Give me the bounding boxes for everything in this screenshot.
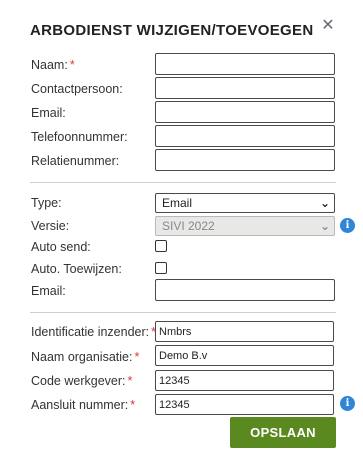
aansluit-nummer-input[interactable] [155, 394, 334, 415]
auto-send-label: Auto send: [31, 240, 91, 254]
relatienummer-input[interactable] [155, 149, 335, 171]
required-marker: * [130, 398, 136, 412]
naam-organisatie-label: Naam organisatie: * [31, 350, 140, 364]
required-marker: * [127, 374, 133, 388]
email-label: Email: [31, 106, 66, 120]
naam-input[interactable] [155, 53, 335, 75]
code-werkgever-input[interactable] [155, 370, 334, 391]
auto-toewijzen-checkbox[interactable] [155, 262, 167, 274]
contactpersoon-input[interactable] [155, 77, 335, 99]
required-marker: * [69, 58, 75, 72]
identificatie-inzender-input[interactable] [155, 321, 334, 342]
naam-organisatie-input[interactable] [155, 345, 334, 366]
type-label: Type: [31, 196, 62, 210]
close-icon[interactable]: ✕ [320, 16, 336, 36]
auto-toewijzen-label: Auto. Toewijzen: [31, 262, 122, 276]
naam-label: Naam: * [31, 58, 75, 72]
email-input[interactable] [155, 101, 335, 123]
dialog-title: ARBODIENST WIJZIGEN/TOEVOEGEN [30, 22, 314, 39]
contactpersoon-label: Contactpersoon: [31, 82, 123, 96]
email-2-label: Email: [31, 284, 66, 298]
info-icon[interactable]: i [340, 396, 355, 411]
section-divider [30, 312, 336, 313]
telefoonnummer-input[interactable] [155, 125, 335, 147]
info-icon[interactable]: i [340, 218, 355, 233]
versie-label: Versie: [31, 219, 70, 233]
versie-selected-value: SIVI 2022 [162, 219, 215, 233]
type-select[interactable]: Email ⌄ [155, 193, 335, 213]
save-button[interactable]: OPSLAAN [230, 417, 336, 448]
code-werkgever-label: Code werkgever: * [31, 374, 133, 388]
auto-send-checkbox[interactable] [155, 240, 167, 252]
chevron-down-icon: ⌄ [319, 196, 330, 210]
email-2-input[interactable] [155, 279, 335, 301]
telefoonnummer-label: Telefoonnummer: [31, 130, 128, 144]
chevron-down-icon: ⌄ [319, 219, 330, 233]
section-divider [30, 182, 336, 183]
versie-select: SIVI 2022 ⌄ [155, 216, 335, 236]
relatienummer-label: Relatienummer: [31, 154, 120, 168]
required-marker: * [134, 350, 140, 364]
type-selected-value: Email [162, 196, 193, 210]
aansluit-nummer-label: Aansluit nummer: * [31, 398, 136, 412]
identificatie-inzender-label: Identificatie inzender: * [31, 325, 157, 339]
